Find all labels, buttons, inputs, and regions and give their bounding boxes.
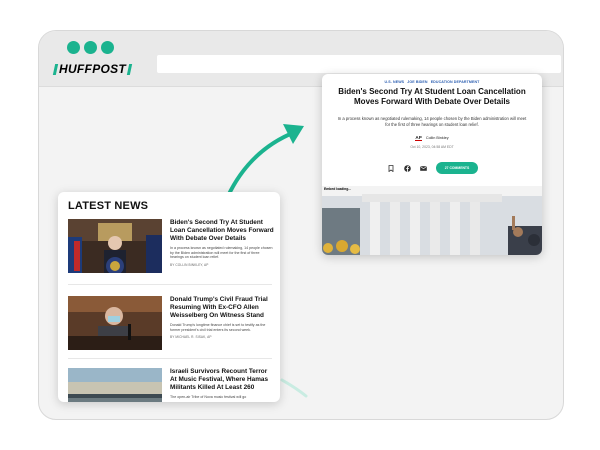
- news-item[interactable]: Israeli Survivors Recount Terror At Musi…: [68, 368, 274, 402]
- divider: [68, 358, 272, 359]
- news-thumb-biden[interactable]: [68, 219, 162, 273]
- ap-logo: AP: [415, 135, 422, 141]
- divider: [68, 284, 272, 285]
- window-dot: [67, 41, 80, 54]
- email-icon[interactable]: [418, 163, 428, 173]
- news-headline[interactable]: Biden's Second Try At Student Loan Cance…: [170, 219, 274, 243]
- latest-news-title: LATEST NEWS: [68, 200, 149, 212]
- article-date: Oct 10, 2023, 04:58 AM EDT: [410, 145, 454, 149]
- address-bar[interactable]: [157, 55, 561, 73]
- news-headline[interactable]: Donald Trump's Civil Fraud Trial Resumin…: [170, 296, 274, 320]
- breadcrumb-item[interactable]: JOE BIDEN: [407, 80, 427, 84]
- news-byline: BY COLLIN BINKLEY, AP: [170, 263, 209, 268]
- window-dot: [84, 41, 97, 54]
- breadcrumb-item[interactable]: U.S. NEWS: [385, 80, 405, 84]
- news-desc: The open-air Tribe of Nova music festiva…: [170, 395, 247, 399]
- news-text: Donald Trump's Civil Fraud Trial Resumin…: [170, 296, 274, 339]
- news-thumb-trial[interactable]: [68, 296, 162, 350]
- news-thumb-festival[interactable]: [68, 368, 162, 402]
- breadcrumb-item[interactable]: EDUCATION DEPARTMENT: [431, 80, 480, 84]
- author-row: AP Collin Binkley: [322, 135, 542, 141]
- logo-bar-icon: [126, 63, 133, 75]
- news-desc: Donald Trump's longtime finance chief is…: [170, 323, 266, 332]
- breadcrumb: U.S. NEWS JOE BIDEN EDUCATION DEPARTMENT: [322, 80, 542, 84]
- news-item[interactable]: Donald Trump's Civil Fraud Trial Resumin…: [68, 296, 274, 356]
- news-desc: In a process known as negotiated rulemak…: [170, 246, 273, 260]
- news-text: Biden's Second Try At Student Loan Cance…: [170, 219, 274, 267]
- image-caption: Embed loading...: [324, 187, 352, 191]
- logo-bar-icon: [52, 63, 59, 75]
- news-byline: BY MICHAEL R. SISAK, AP: [170, 335, 212, 340]
- news-item[interactable]: Biden's Second Try At Student Loan Cance…: [68, 219, 274, 279]
- article-image: Embed loading...: [322, 186, 542, 255]
- news-headline[interactable]: Israeli Survivors Recount Terror At Musi…: [170, 368, 274, 392]
- share-row: 27 COMMENTS: [386, 161, 478, 175]
- logo-text: HUFFPOST: [59, 62, 127, 76]
- huffpost-logo[interactable]: HUFFPOST: [48, 62, 137, 76]
- article-card: U.S. NEWS JOE BIDEN EDUCATION DEPARTMENT…: [322, 74, 542, 255]
- article-headline: Biden's Second Try At Student Loan Cance…: [338, 87, 526, 106]
- news-text: Israeli Survivors Recount Terror At Musi…: [170, 368, 274, 400]
- facebook-icon[interactable]: [402, 163, 412, 173]
- comments-button[interactable]: 27 COMMENTS: [436, 162, 478, 174]
- stage: HUFFPOST LATEST NEWS Biden's Second Try …: [0, 0, 600, 450]
- article-subtitle: In a process known as negotiated rulemak…: [337, 116, 527, 127]
- window-dot: [101, 41, 114, 54]
- author-name[interactable]: Collin Binkley: [426, 136, 449, 140]
- bookmark-icon[interactable]: [386, 163, 396, 173]
- latest-news-card: LATEST NEWS Biden's Second Try At Studen…: [58, 192, 280, 402]
